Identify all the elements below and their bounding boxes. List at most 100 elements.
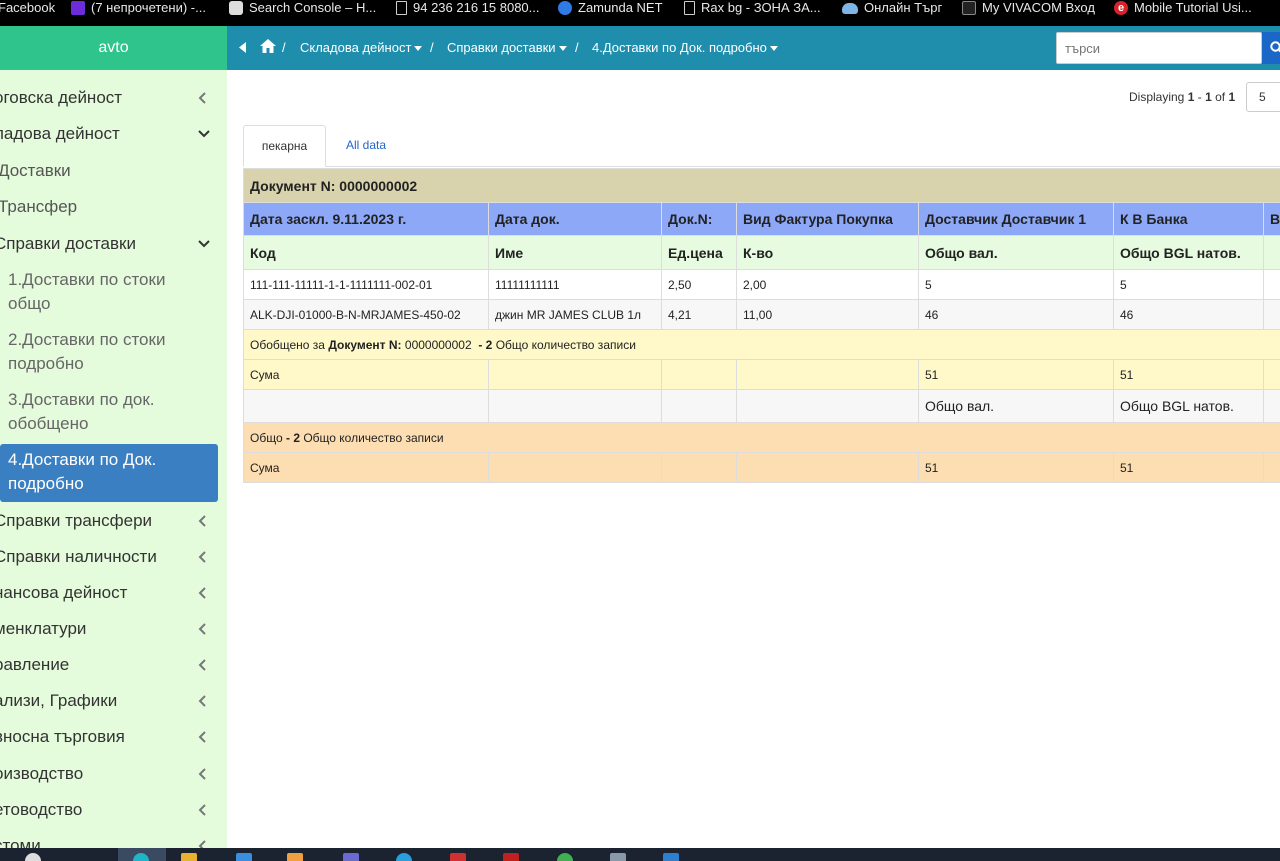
column-header[interactable]: Име: [488, 235, 662, 270]
sidebar-item-label: Справки доставки: [0, 234, 136, 253]
chevron-left-icon: [198, 768, 206, 780]
sidebar-item-label: етоводство: [0, 800, 83, 819]
sidebar-item-report-4[interactable]: 4.Доставки по Док. подробно: [0, 444, 218, 502]
app-taskbar-icon[interactable]: [343, 853, 359, 861]
total-suffix: Общо количество записи: [303, 430, 444, 445]
bookmark-facebook[interactable]: Facebook: [0, 0, 55, 16]
app-taskbar-icon[interactable]: [557, 853, 573, 861]
summary-count: 2: [485, 337, 493, 352]
sidebar-item-label: 2.Доставки по стоки подробно: [8, 330, 166, 373]
breadcrumb-delivery-reports[interactable]: Справки доставки: [447, 40, 567, 55]
cell-unit-price: 2,50: [661, 269, 737, 300]
bookmark-label: Онлайн Търг: [864, 0, 943, 15]
app-taskbar-icon[interactable]: [663, 853, 679, 861]
footer-label-row: Общо вал. Общо BGL натов.: [243, 389, 1280, 423]
breadcrumb-current[interactable]: 4.Доставки по Док. подробно: [592, 40, 778, 55]
column-header[interactable]: Общо вал.: [918, 235, 1114, 270]
chevron-left-icon: [198, 92, 206, 104]
bookmark-label: Mobile Tutorial Usi...: [1134, 0, 1252, 15]
app-taskbar-icon[interactable]: [503, 853, 519, 861]
caret-down-icon: [414, 46, 423, 52]
document-title: Документ N: 0000000002: [242, 168, 1280, 203]
sidebar-item-label: Справки наличности: [0, 547, 157, 566]
total-sum-bgl: 51: [1113, 452, 1264, 483]
bookmark-search-console[interactable]: Search Console – H...: [229, 0, 376, 16]
summary-suffix: Общо количество записи: [495, 337, 636, 352]
mail-icon: [71, 1, 85, 15]
sum-total-val: 51: [918, 359, 1114, 390]
header-cell: В: [1262, 202, 1280, 236]
pager-prefix: Displaying: [1129, 90, 1185, 104]
summary-text: Обобщено за Документ N: 0000000002 - 2 О…: [242, 329, 1280, 360]
chevron-left-icon: [198, 804, 206, 816]
cloud-icon: [842, 2, 858, 14]
search-button[interactable]: [1262, 32, 1280, 64]
app-taskbar-icon[interactable]: [396, 853, 412, 861]
bookmark-online-targ[interactable]: Онлайн Търг: [842, 0, 942, 16]
summary-doc-number: 0000000002: [404, 337, 472, 352]
bookmark-vivacom[interactable]: My VIVACOM Вход: [962, 0, 1095, 16]
bookmark-mail[interactable]: (7 непрочетени) -...: [71, 0, 206, 16]
tab-pekarna[interactable]: пекарна: [243, 125, 326, 167]
column-header[interactable]: К-во: [736, 235, 919, 270]
sidebar-item-label: ладова дейност: [0, 124, 120, 143]
column-header-row: Код Име Ед.цена К-во Общо вал. Общо BGL …: [243, 235, 1280, 270]
chevron-left-icon: [198, 695, 206, 707]
cell-unit-price: 4,21: [661, 299, 737, 330]
app-taskbar-icon[interactable]: [610, 853, 626, 861]
search-input[interactable]: [1056, 32, 1262, 64]
bookmark-label: (7 непрочетени) -...: [91, 0, 206, 15]
header-cell: Вид Фактура Покупка: [736, 202, 919, 236]
table-row[interactable]: 111-111-11111-1-1-1111111-002-01 1111111…: [243, 269, 1280, 300]
chevron-left-icon: [198, 551, 206, 563]
bookmark-label: Zamunda NET: [578, 0, 663, 15]
bookmark-zamunda[interactable]: Zamunda NET: [558, 0, 663, 16]
column-header[interactable]: Ед.цена: [661, 235, 737, 270]
footer-cell: [736, 389, 919, 423]
cell-total-bgl: 5: [1113, 269, 1264, 300]
total-sum-cell: [1262, 452, 1280, 483]
bookmark-mobile-tutorial[interactable]: e Mobile Tutorial Usi...: [1114, 0, 1252, 16]
chevron-down-icon: [198, 130, 210, 138]
sidebar-item-label: 1.Доставки по стоки общо: [8, 270, 166, 313]
bookmark-ip[interactable]: 94 236 216 15 8080...: [396, 0, 540, 16]
tab-all-data[interactable]: All data: [346, 125, 386, 167]
sum-cell: [1262, 359, 1280, 390]
sidebar: avto оговска дейност ладова дейност Дост…: [0, 26, 227, 848]
cell-extra: [1262, 269, 1280, 300]
bookmark-label: My VIVACOM Вход: [982, 0, 1095, 15]
total-sum-label: Сума: [243, 452, 489, 483]
explorer-taskbar-icon[interactable]: [181, 853, 197, 861]
pager-total: 1: [1228, 90, 1236, 104]
total-prefix: Общо: [250, 430, 283, 445]
sidebar-item-label: 3.Доставки по док. обобщено: [8, 390, 155, 433]
summary-dash: -: [478, 337, 483, 352]
total-sum-row: Сума 51 51: [243, 452, 1280, 483]
breadcrumb-warehouse[interactable]: Складова дейност: [300, 40, 423, 55]
bookmark-label: Search Console – H...: [249, 0, 377, 15]
column-header[interactable]: Код: [243, 235, 489, 270]
page-size-select[interactable]: 5: [1246, 82, 1280, 112]
table-row[interactable]: ALK-DJI-01000-B-N-MRJAMES-450-02 джин MR…: [243, 299, 1280, 330]
total-sum-val: 51: [918, 452, 1114, 483]
chevron-left-icon: [198, 515, 206, 527]
search-taskbar-icon[interactable]: [25, 853, 41, 861]
header-cell: Дата заскл. 9.11.2023 г.: [243, 202, 489, 236]
column-header[interactable]: Общо BGL натов.: [1113, 235, 1264, 270]
pager-from: 1: [1187, 90, 1195, 104]
chevron-left-icon: [198, 840, 206, 848]
header-cell: Доставчик Доставчик 1: [918, 202, 1114, 236]
brand[interactable]: avto: [0, 26, 227, 70]
sum-cell: [661, 359, 737, 390]
app-taskbar-icon[interactable]: [287, 853, 303, 861]
summary-row: Обобщено за Документ N: 0000000002 - 2 О…: [242, 329, 1280, 360]
sidebar-toggle-icon[interactable]: [239, 42, 247, 53]
home-icon[interactable]: [260, 39, 276, 53]
bookmark-rax[interactable]: Rax bg - ЗОНА ЗА...: [684, 0, 821, 16]
total-sum-cell: [488, 452, 662, 483]
breadcrumb-label: 4.Доставки по Док. подробно: [592, 40, 767, 55]
store-taskbar-icon[interactable]: [236, 853, 252, 861]
search-console-icon: [229, 1, 243, 15]
app-taskbar-icon[interactable]: [450, 853, 466, 861]
sum-row: Сума 51 51: [243, 359, 1280, 390]
